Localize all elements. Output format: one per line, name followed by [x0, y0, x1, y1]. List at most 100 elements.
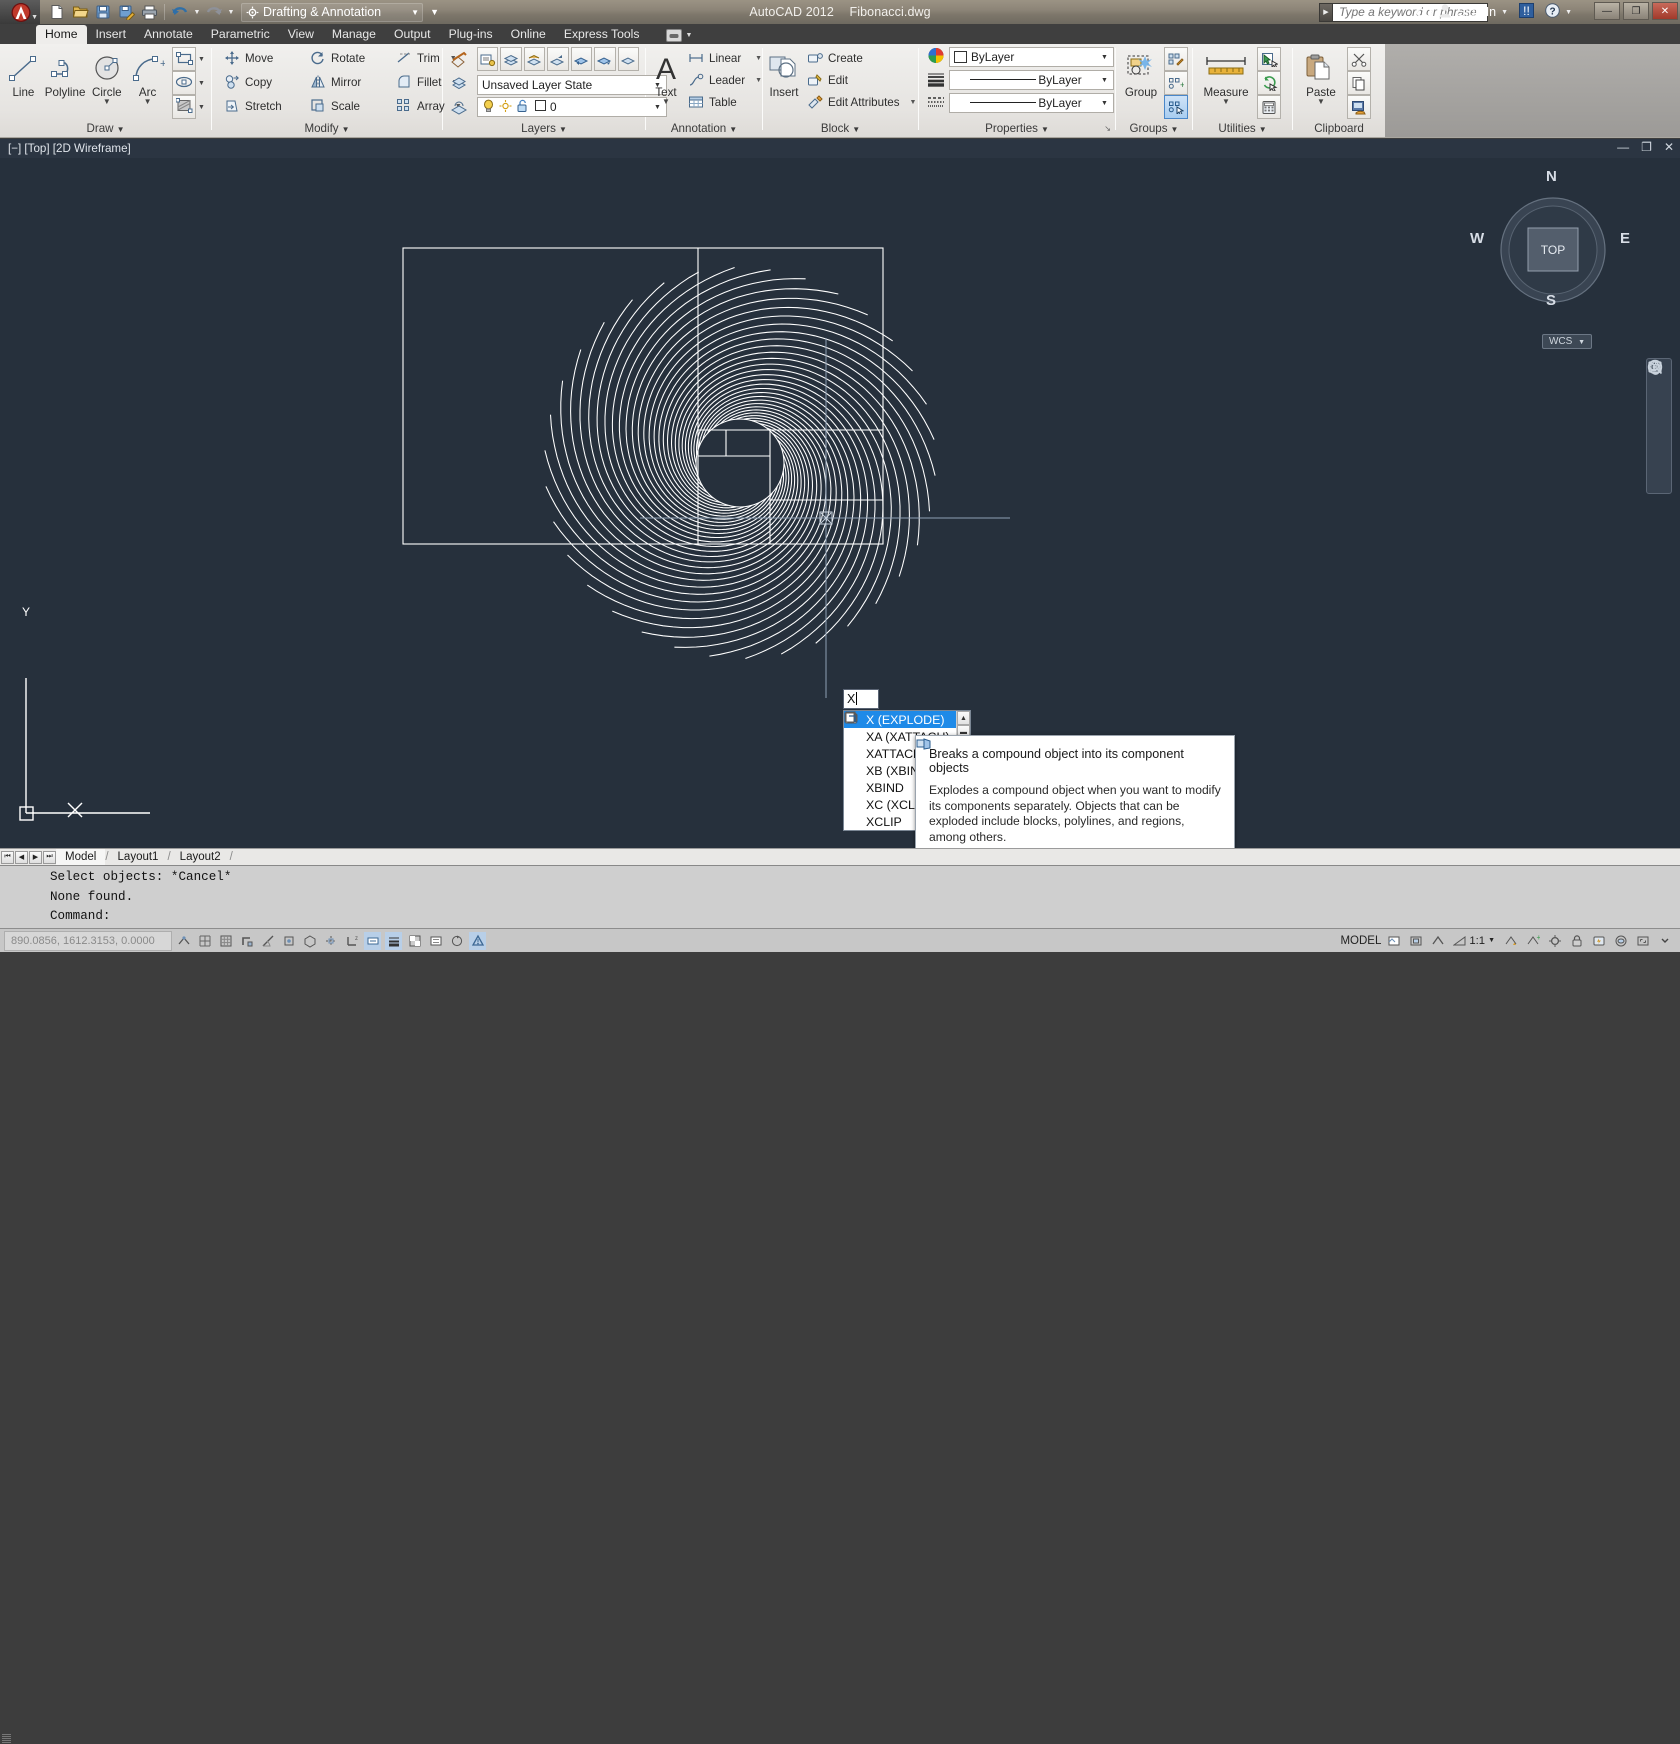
group-selection-on-icon[interactable]	[1164, 95, 1188, 119]
navigation-bar[interactable]	[1646, 358, 1672, 494]
viewport-label[interactable]: [−] [Top] [2D Wireframe]	[8, 142, 131, 155]
current-layer-combo[interactable]: 0 ▼	[477, 97, 667, 117]
close-button[interactable]: ✕	[1652, 2, 1678, 20]
layer-unlock-icon[interactable]	[617, 47, 639, 71]
layer-off-icon[interactable]	[523, 47, 546, 71]
block-edit-button[interactable]: Edit	[803, 69, 919, 91]
layout-tab-model[interactable]: Model	[56, 848, 106, 866]
layer-freeze-icon[interactable]	[447, 95, 471, 119]
layer-properties-icon[interactable]	[447, 47, 471, 71]
color-caret-icon[interactable]: ▼	[1098, 54, 1111, 61]
block-insert-button[interactable]: Insert	[767, 47, 801, 99]
layout-tab-layout1[interactable]: Layout1	[109, 849, 168, 866]
clipboard-paste-button[interactable]: Paste ▼	[1297, 47, 1345, 106]
groups-group-button[interactable]: Group	[1120, 47, 1162, 99]
first-layout-button[interactable]: ⏮	[1, 850, 14, 864]
modify-scale-button[interactable]: Scale	[306, 95, 392, 117]
annotation-visibility-icon[interactable]	[1429, 932, 1446, 950]
annotation-monitor-toggle[interactable]	[469, 931, 486, 950]
coordinates-display[interactable]: 890.0856, 1612.3153, 0.0000	[4, 930, 172, 951]
group-edit-icon[interactable]	[1164, 47, 1188, 71]
ellipse-dropdown-icon[interactable]: ▼	[196, 71, 207, 95]
color-combo[interactable]: ByLayer ▼	[949, 47, 1114, 67]
annotation-linear-button[interactable]: Linear ▼	[684, 47, 765, 69]
modify-rotate-button[interactable]: Rotate	[306, 47, 392, 69]
draw-circle-dropdown-icon[interactable]: ▼	[103, 98, 111, 106]
cut-scissors-icon[interactable]	[1347, 47, 1371, 71]
undo-dropdown-icon[interactable]: ▼	[192, 1, 202, 23]
tab-express-tools[interactable]: Express Tools	[555, 25, 649, 44]
panel-properties-caption[interactable]: Properties ▼ ↘	[919, 121, 1115, 138]
dynamic-input-toggle[interactable]	[364, 931, 381, 950]
tab-annotate[interactable]: Annotate	[135, 25, 202, 44]
object-snap-tracking-toggle[interactable]	[322, 932, 339, 950]
new-document-icon[interactable]	[46, 1, 68, 23]
panel-groups-caption[interactable]: Groups ▼	[1116, 121, 1192, 138]
panel-layers-caption[interactable]: Layers ▼	[443, 121, 645, 138]
layer-unisolate-icon[interactable]	[570, 47, 593, 71]
linetype-caret-icon[interactable]: ▼	[1098, 100, 1111, 107]
maximize-button[interactable]: ❐	[1623, 2, 1649, 20]
redo-dropdown-icon[interactable]: ▼	[226, 1, 236, 23]
annotation-table-button[interactable]: Table	[684, 91, 765, 113]
show-lineweight-toggle[interactable]	[385, 931, 402, 950]
open-folder-icon[interactable]	[69, 1, 91, 23]
scale-caret-icon[interactable]: ▼	[1488, 937, 1495, 944]
signin-caret-icon[interactable]: ▼	[1501, 9, 1508, 16]
orbit-icon[interactable]	[1648, 360, 1668, 462]
toolbar-lock-icon[interactable]	[1568, 932, 1585, 950]
quick-properties-toggle[interactable]	[427, 932, 444, 950]
linear-dropdown-icon[interactable]: ▼	[749, 55, 762, 62]
object-snap-toggle[interactable]	[280, 932, 297, 950]
panel-utilities-caption[interactable]: Utilities ▼	[1193, 121, 1292, 138]
tab-manage[interactable]: Manage	[323, 25, 385, 44]
text-dropdown-icon[interactable]: ▼	[662, 98, 670, 106]
modify-mirror-button[interactable]: Mirror	[306, 71, 392, 93]
save-as-icon[interactable]	[115, 1, 137, 23]
paste-dropdown-icon[interactable]: ▼	[1317, 98, 1325, 106]
help-caret-icon[interactable]: ▼	[1565, 9, 1572, 16]
help-icon[interactable]: ?	[1545, 3, 1560, 21]
lineweight-combo[interactable]: ByLayer ▼	[949, 70, 1114, 90]
tab-output[interactable]: Output	[385, 25, 440, 44]
measure-dropdown-icon[interactable]: ▼	[1222, 98, 1230, 106]
command-line[interactable]: Select objects: *Cancel* None found. Com…	[0, 865, 1680, 1744]
copy-clip-icon[interactable]	[1347, 71, 1371, 95]
draw-ellipse-button[interactable]	[172, 71, 196, 95]
layer-lightbulb-icon[interactable]	[480, 99, 497, 116]
allow-ucs-toggle[interactable]: z	[343, 932, 360, 950]
snap-mode-toggle[interactable]	[196, 932, 213, 950]
viewport-max-icon[interactable]	[1407, 932, 1424, 950]
annotation-scale-auto-icon[interactable]	[1502, 932, 1519, 950]
annotation-text-button[interactable]: A Text ▼	[650, 47, 682, 106]
hatch-dropdown-icon[interactable]: ▼	[196, 95, 207, 119]
block-edit-attributes-button[interactable]: Edit Attributes ▼	[803, 91, 919, 113]
drawing-canvas[interactable]: Y TOP N S E W WCS ▼ X X (EXPLODE) XA (XA…	[0, 158, 1680, 910]
application-menu-button[interactable]: ▼	[0, 0, 40, 24]
showmotion-icon[interactable]	[1648, 361, 1668, 489]
layer-state-combo[interactable]: Unsaved Layer State ▼	[477, 75, 667, 95]
annotation-leader-button[interactable]: Leader ▼	[684, 69, 765, 91]
workspace-selector[interactable]: Drafting & Annotation ▼	[241, 2, 424, 22]
model-space-label[interactable]: MODEL	[1340, 935, 1381, 947]
properties-color-row[interactable]: ByLayer ▼	[927, 47, 1114, 67]
printer-icon[interactable]	[138, 1, 160, 23]
user-avatar-icon[interactable]	[1438, 3, 1452, 21]
layout-tab-layout2[interactable]: Layout2	[171, 849, 230, 866]
lineweight-caret-icon[interactable]: ▼	[1098, 77, 1111, 84]
group-add-icon[interactable]: +	[1164, 71, 1188, 95]
draw-arc-dropdown-icon[interactable]: ▼	[144, 98, 152, 106]
transparency-toggle[interactable]	[406, 932, 423, 950]
infer-constraints-toggle[interactable]	[175, 932, 192, 950]
grid-display-toggle[interactable]	[217, 932, 234, 950]
layer-on-icon[interactable]	[547, 47, 569, 71]
hardware-accel-icon[interactable]	[1590, 932, 1607, 950]
tab-plugins[interactable]: Plug-ins	[440, 25, 502, 44]
tab-online[interactable]: Online	[502, 25, 555, 44]
properties-lineweight-row[interactable]: ByLayer ▼	[927, 70, 1114, 90]
layer-thaw-sun-icon[interactable]	[497, 99, 514, 116]
edit-attributes-dropdown-icon[interactable]: ▼	[904, 99, 917, 106]
modify-copy-button[interactable]: Copy	[220, 71, 306, 93]
layer-match-icon[interactable]	[477, 47, 499, 71]
clean-screen-icon[interactable]	[1634, 932, 1651, 950]
